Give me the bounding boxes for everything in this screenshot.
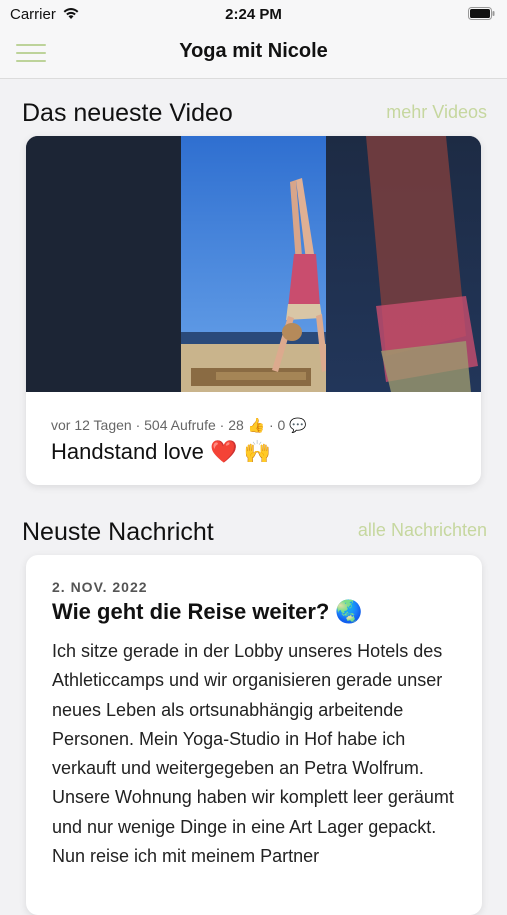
battery-icon: [468, 7, 495, 25]
video-thumbnail[interactable]: [26, 136, 481, 392]
navigation-bar: Yoga mit Nicole: [0, 28, 507, 79]
news-date: 2. NOV. 2022: [52, 579, 148, 595]
news-title[interactable]: Wie geht die Reise weiter? 🌏: [52, 599, 363, 625]
latest-video-heading: Das neueste Video: [22, 99, 233, 127]
status-bar: Carrier 2:24 PM: [0, 0, 507, 28]
latest-news-heading: Neuste Nachricht: [22, 518, 214, 546]
more-videos-link[interactable]: mehr Videos: [386, 102, 487, 123]
video-title[interactable]: Handstand love ❤️ 🙌: [51, 439, 271, 465]
news-body: Ich sitze gerade in der Lobby unseres Ho…: [52, 641, 454, 867]
video-meta: vor 12 Tagen · 504 Aufrufe · 28 👍 · 0 💬: [51, 417, 307, 433]
clock-time: 2:24 PM: [225, 6, 282, 23]
latest-news-card[interactable]: 2. NOV. 2022 Wie geht die Reise weiter? …: [26, 555, 482, 915]
latest-video-card[interactable]: vor 12 Tagen · 504 Aufrufe · 28 👍 · 0 💬 …: [26, 136, 481, 485]
page-title: Yoga mit Nicole: [179, 40, 328, 62]
all-news-link[interactable]: alle Nachrichten: [358, 520, 487, 541]
